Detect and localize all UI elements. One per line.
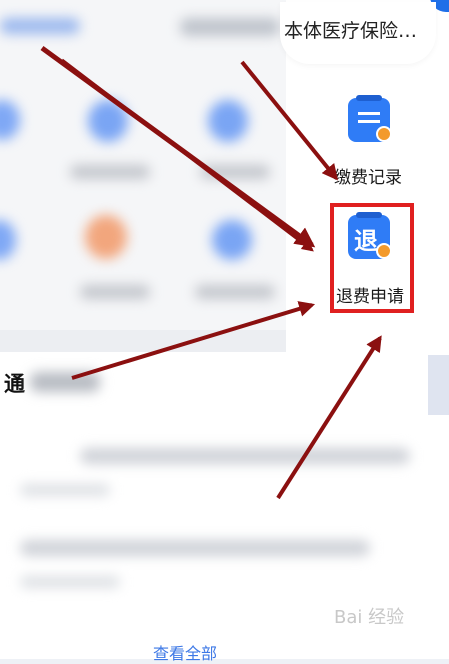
arrow-2 xyxy=(61,58,314,252)
arrow-4 xyxy=(71,301,316,380)
arrow-3 xyxy=(240,60,339,181)
arrow-5 xyxy=(276,335,382,500)
annotation-arrows xyxy=(40,45,382,500)
